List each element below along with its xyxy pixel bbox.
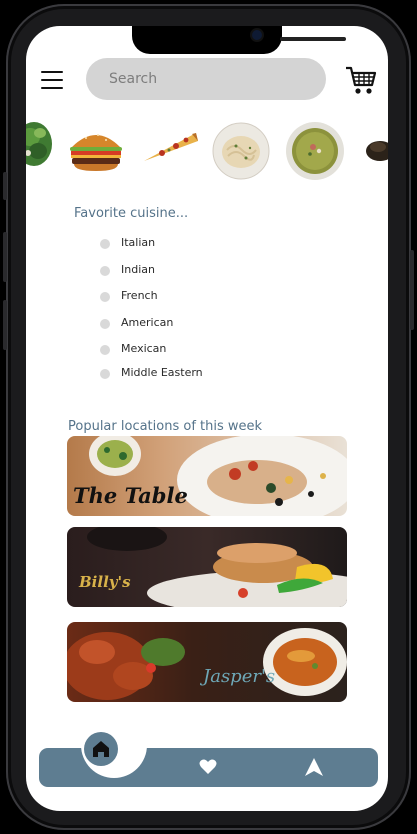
food-pasta-plate[interactable] [212, 122, 270, 180]
food-pizza-slice[interactable] [142, 131, 200, 165]
radio-dot [100, 239, 110, 249]
food-soup-bowl[interactable] [285, 121, 345, 181]
location-name: The Table [73, 483, 188, 508]
radio-dot [100, 266, 110, 276]
favorite-cuisine-title: Favorite cuisine... [74, 206, 189, 221]
food-category-strip [26, 119, 388, 181]
radio-dot [100, 345, 110, 355]
cuisine-option-label: Italian [121, 236, 156, 249]
location-name: Billy's [79, 573, 131, 591]
jaspers-photo [67, 622, 347, 702]
cuisine-option-label: Mexican [121, 342, 167, 355]
speaker-grille [280, 37, 346, 41]
app-screen: Favorite cuisine... Italian Indian Frenc… [26, 26, 388, 811]
location-card-billys[interactable]: Billy's [67, 527, 347, 607]
hamburger-menu-icon[interactable] [40, 69, 66, 91]
shopping-cart-icon[interactable] [344, 64, 378, 96]
side-button [3, 232, 7, 282]
location-card-jaspers[interactable]: Jasper's [67, 622, 347, 702]
side-button [410, 250, 414, 330]
cuisine-option-label: American [121, 316, 174, 329]
front-camera [252, 30, 262, 40]
home-icon[interactable] [84, 732, 118, 766]
food-burger[interactable] [68, 127, 124, 173]
navigation-arrow-icon[interactable] [303, 756, 325, 778]
food-salad[interactable] [26, 119, 56, 169]
phone-notch [132, 26, 346, 54]
side-button [3, 300, 7, 350]
radio-dot [100, 369, 110, 379]
radio-dot [100, 292, 110, 302]
side-button [3, 172, 7, 200]
search-input[interactable] [86, 58, 326, 100]
cuisine-option-label: Indian [121, 263, 155, 276]
cuisine-option-label: Middle Eastern [121, 366, 203, 379]
radio-dot [100, 319, 110, 329]
cuisine-option-label: French [121, 289, 158, 302]
food-chocolate-dessert[interactable] [364, 134, 388, 164]
billys-photo [67, 527, 347, 607]
heart-icon[interactable] [198, 757, 218, 777]
popular-locations-title: Popular locations of this week [68, 419, 263, 434]
location-card-the-table[interactable]: The Table [67, 436, 347, 516]
location-name: Jasper's [203, 666, 276, 687]
